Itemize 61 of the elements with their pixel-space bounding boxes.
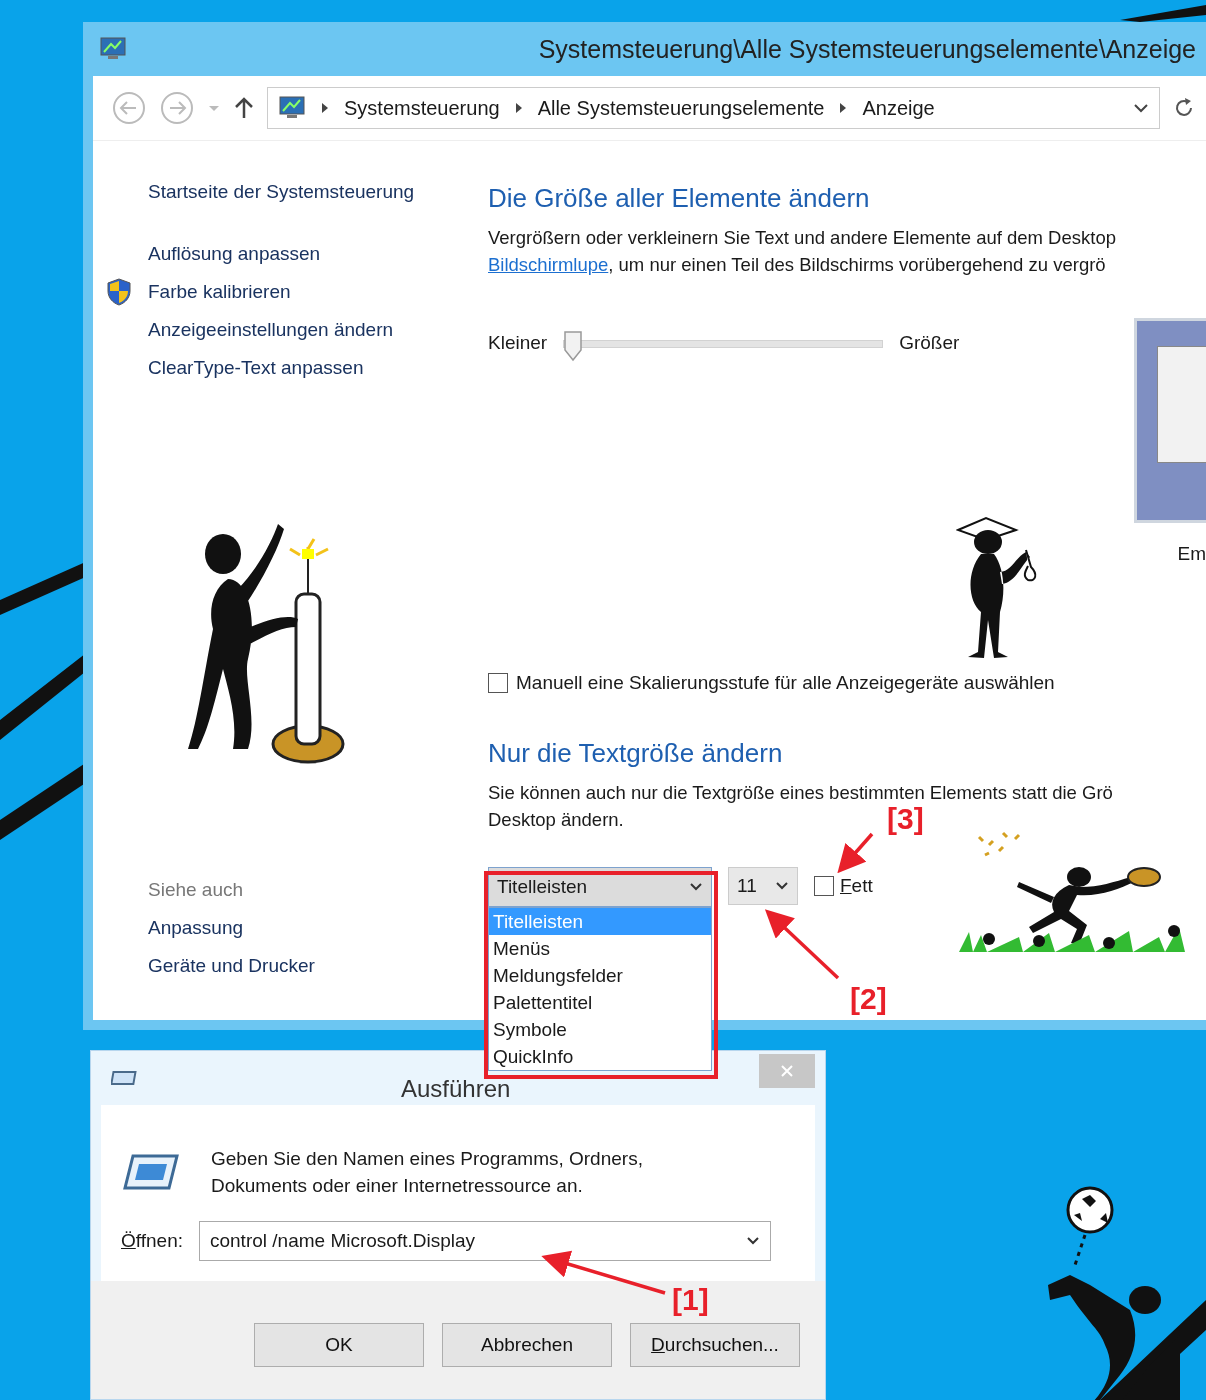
dialog-button[interactable]: Abbrechen: [442, 1323, 612, 1367]
preview-caption: Em: [1177, 543, 1206, 565]
section-heading: Die Größe aller Elemente ändern: [488, 183, 871, 214]
chevron-icon: [513, 102, 524, 114]
sidebar-link[interactable]: Anzeigeeinstellungen ändern: [148, 319, 394, 341]
caret-icon: [689, 882, 703, 892]
slider-max-label: Größer: [899, 332, 960, 354]
description-text: Desktop ändern.: [488, 808, 624, 832]
command-field[interactable]: control /name Microsoft.Display: [199, 1221, 771, 1261]
forward-icon[interactable]: [159, 90, 195, 126]
checkbox[interactable]: [814, 876, 834, 896]
dropdown-option[interactable]: Meldungsfelder: [489, 962, 711, 989]
dropdown-option[interactable]: Symbole: [489, 1016, 711, 1043]
checkbox[interactable]: [488, 673, 508, 693]
dialog-description: Geben Sie den Namen eines Programms, Ordners, Dokuments oder einer Internetressource an.: [211, 1147, 644, 1198]
element-dropdown[interactable]: Titelleisten: [488, 867, 712, 907]
run-window-icon: [111, 1069, 139, 1087]
font-size-dropdown[interactable]: 11: [728, 867, 798, 905]
sidebar-link[interactable]: Geräte und Drucker: [148, 955, 486, 977]
back-icon[interactable]: [111, 90, 147, 126]
dialog-button[interactable]: Durchsuchen...: [630, 1323, 800, 1367]
annotation-arrow: [837, 832, 874, 874]
breadcrumb-item[interactable]: Alle Systemsteuerungselemente: [537, 96, 825, 120]
monitor-icon: [99, 36, 127, 62]
annotation-label: [2]: [850, 982, 887, 1016]
description-text: Sie können auch nur die Textgröße eines bestimmten Elements statt die Grö: [488, 781, 1113, 805]
annotation-label: [1]: [672, 1283, 709, 1317]
annotation-label: [3]: [887, 802, 924, 836]
dropdown-option[interactable]: QuickInfo: [489, 1043, 711, 1070]
sidebar-link[interactable]: Farbe kalibrieren: [148, 281, 291, 303]
checkbox-label: Fett: [840, 875, 873, 897]
description-text: Vergrößern oder verkleinern Sie Text und andere Elemente auf dem Desktop: [488, 226, 1116, 250]
caret-icon: [775, 881, 789, 891]
slider-thumb[interactable]: [563, 330, 584, 362]
sidebar-link[interactable]: Startseite der Systemsteuerung: [148, 181, 486, 203]
checkbox-label: Manuell eine Skalierungsstufe für alle Anzeigegeräte auswählen: [516, 672, 1055, 694]
chevron-icon: [320, 102, 330, 114]
sidebar-link[interactable]: ClearType-Text anpassen: [148, 357, 364, 379]
dropdown-option[interactable]: Palettentitel: [489, 989, 711, 1016]
dialog-title: Ausführen: [401, 1075, 511, 1103]
magnifier-link[interactable]: Bildschirmlupe: [488, 254, 609, 275]
breadcrumb-item[interactable]: Systemsteuerung: [344, 96, 500, 120]
description-text: Bildschirmlupe, um nur einen Teil des Bildschirms vorübergehend zu vergrö: [488, 253, 1106, 277]
section-heading: Nur die Textgröße ändern: [488, 738, 784, 769]
caret-icon: [746, 1236, 760, 1246]
dropdown-option[interactable]: Menüs: [489, 935, 711, 962]
close-button[interactable]: [759, 1054, 815, 1088]
caret-icon[interactable]: [1133, 102, 1149, 114]
sidebar-link[interactable]: Anpassung: [148, 917, 486, 939]
address-bar[interactable]: Systemsteuerung Alle Systemsteuerungselemente Anzeige: [267, 87, 1160, 129]
see-also-heading: Siehe auch: [148, 879, 245, 901]
shield-icon: [106, 278, 132, 306]
window-title: Systemsteuerung\Alle Systemsteuerungselemente\Anzeige: [538, 34, 1196, 64]
monitor-icon: [278, 95, 306, 121]
dialog-button[interactable]: OK: [254, 1323, 424, 1367]
open-label: Öffnen:: [121, 1230, 183, 1252]
sidebar-link[interactable]: Auflösung anpassen: [148, 243, 321, 265]
up-arrow-icon[interactable]: [233, 96, 255, 120]
close-icon: [780, 1064, 794, 1078]
breadcrumb-item[interactable]: Anzeige: [862, 96, 935, 120]
slider-min-label: Kleiner: [488, 332, 548, 354]
